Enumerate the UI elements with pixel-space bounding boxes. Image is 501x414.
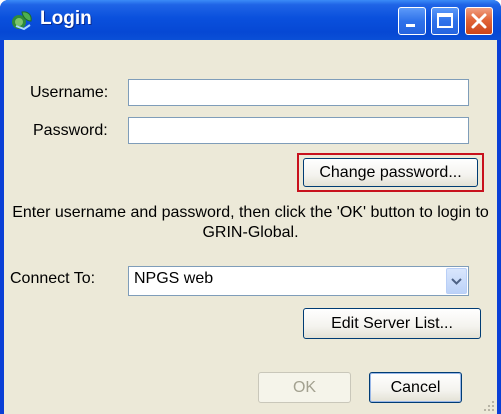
server-select-value: NPGS web bbox=[134, 270, 214, 287]
username-input[interactable] bbox=[128, 79, 469, 106]
username-label: Username: bbox=[30, 84, 109, 101]
resize-grip-icon[interactable] bbox=[483, 400, 495, 412]
ok-button[interactable]: OK bbox=[258, 372, 351, 403]
minimize-button[interactable] bbox=[398, 7, 426, 35]
close-button[interactable] bbox=[465, 7, 493, 35]
cancel-button[interactable]: Cancel bbox=[369, 372, 462, 403]
window-title: Login bbox=[40, 8, 92, 29]
minimize-icon bbox=[406, 24, 415, 27]
chevron-down-icon bbox=[451, 278, 462, 285]
maximize-button[interactable] bbox=[431, 7, 459, 35]
title-bar[interactable]: Login bbox=[0, 0, 501, 40]
change-password-button[interactable]: Change password... bbox=[303, 158, 478, 187]
close-icon bbox=[471, 13, 487, 29]
maximize-icon bbox=[437, 13, 453, 28]
server-select[interactable]: NPGS web bbox=[128, 266, 469, 296]
connect-to-label: Connect To: bbox=[10, 270, 96, 287]
login-dialog: Login Username: Password: Change passwor… bbox=[0, 0, 501, 414]
edit-server-list-button[interactable]: Edit Server List... bbox=[303, 308, 481, 339]
instruction-text: Enter username and password, then click … bbox=[12, 204, 489, 241]
password-input[interactable] bbox=[128, 117, 469, 144]
password-label: Password: bbox=[33, 122, 108, 139]
app-icon bbox=[12, 11, 32, 31]
dropdown-button[interactable] bbox=[446, 268, 467, 294]
